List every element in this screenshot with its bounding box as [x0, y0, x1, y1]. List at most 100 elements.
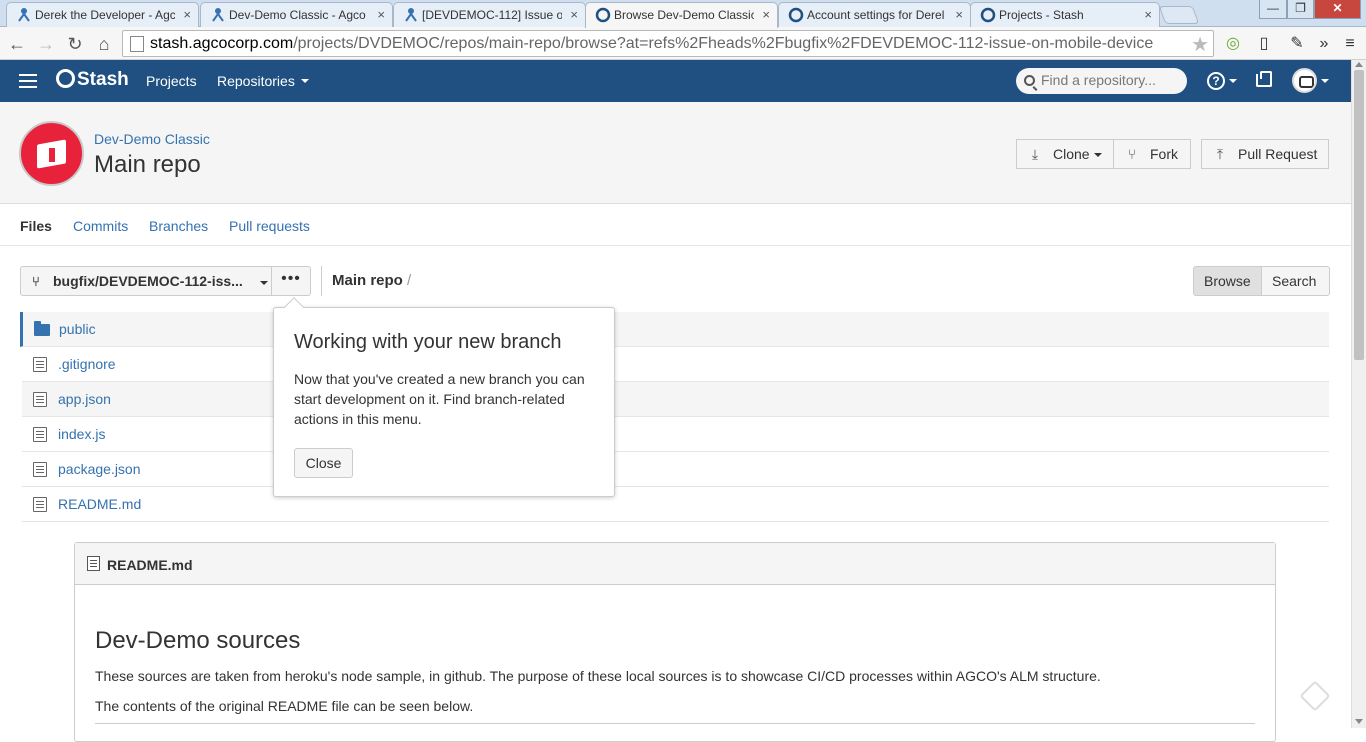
project-link[interactable]: Dev-Demo Classic: [94, 131, 210, 147]
file-icon: [33, 462, 47, 477]
file-name[interactable]: public: [59, 321, 96, 337]
browser-tab-4-active[interactable]: Browse Dev-Demo Classic ×: [585, 2, 778, 28]
file-name[interactable]: app.json: [58, 391, 111, 407]
upload-icon: ⤒: [1216, 146, 1224, 162]
fork-button[interactable]: ⑂ Fork: [1113, 139, 1191, 169]
stash-logo[interactable]: Stash: [56, 69, 129, 91]
logo-text: Stash: [77, 69, 129, 90]
tab-close-icon[interactable]: ×: [762, 7, 770, 22]
tab-close-icon[interactable]: ×: [377, 7, 385, 22]
file-name[interactable]: README.md: [58, 496, 141, 512]
chevron-down-icon: [1321, 79, 1329, 83]
nav-repositories[interactable]: Repositories: [217, 73, 295, 89]
file-row[interactable]: package.json: [22, 452, 1329, 487]
file-icon: [33, 357, 47, 372]
file-row[interactable]: index.js: [22, 417, 1329, 452]
tab-close-icon[interactable]: ×: [570, 7, 578, 22]
dialog-pointer: [284, 297, 304, 317]
home-icon[interactable]: ⌂: [93, 33, 115, 55]
user-avatar[interactable]: [1292, 68, 1317, 93]
pull-request-button[interactable]: ⤒ Pull Request: [1201, 139, 1329, 169]
search-placeholder: Find a repository...: [1041, 72, 1156, 88]
readme-paragraph: The contents of the original README file…: [95, 698, 474, 714]
browser-tab-5[interactable]: Account settings for Derel ×: [778, 2, 971, 27]
search-toggle-button[interactable]: Search: [1261, 266, 1330, 296]
chevron-down-icon: [1229, 79, 1237, 83]
dialog-title: Working with your new branch: [294, 331, 562, 353]
repository-title: Main repo: [94, 151, 201, 178]
search-icon: [1024, 75, 1035, 86]
minimize-window-icon[interactable]: —: [1259, 0, 1287, 19]
scrollbar-thumb[interactable]: [1354, 70, 1364, 360]
bookmark-star-icon[interactable]: ★: [1191, 32, 1209, 56]
chrome-menu-icon[interactable]: ≡: [1340, 34, 1360, 54]
chevron-down-icon: [1093, 153, 1102, 158]
branch-name: bugfix/DEVDEMOC-112-iss...: [53, 273, 243, 289]
file-icon: [33, 392, 47, 407]
browser-tab-1[interactable]: Derek the Developer - Agc ×: [6, 2, 199, 27]
stash-icon: [788, 7, 804, 23]
help-icon[interactable]: ?: [1207, 72, 1225, 90]
feedback-icon[interactable]: [1299, 680, 1331, 712]
browser-tab-6[interactable]: Projects - Stash ×: [970, 2, 1160, 27]
tab-close-icon[interactable]: ×: [955, 7, 963, 22]
file-name[interactable]: index.js: [58, 426, 105, 442]
back-arrow-icon[interactable]: ←: [6, 33, 28, 55]
page-scrollbar[interactable]: [1351, 60, 1366, 728]
extension-phone-icon[interactable]: ▯: [1254, 34, 1274, 54]
browse-toggle-button[interactable]: Browse: [1193, 266, 1262, 296]
file-row-folder[interactable]: public: [20, 312, 1329, 347]
file-name[interactable]: .gitignore: [58, 356, 116, 372]
hamburger-menu-icon[interactable]: [19, 74, 37, 88]
stash-icon: [595, 7, 611, 23]
repository-header: Dev-Demo Classic Main repo ⤓ Clone ⑂ Fork …: [0, 102, 1351, 204]
readme-filename: README.md: [107, 557, 193, 573]
address-bar[interactable]: stash.agcocorp.com/projects/DVDEMOC/repo…: [122, 30, 1214, 57]
maximize-window-icon[interactable]: ❐: [1287, 0, 1314, 19]
branch-selector[interactable]: ⑂ bugfix/DEVDEMOC-112-iss...: [20, 266, 272, 296]
browser-tab-2[interactable]: Dev-Demo Classic - Agco ×: [200, 2, 393, 27]
fork-label: Fork: [1150, 146, 1178, 162]
extension-refresh-icon[interactable]: ◎: [1223, 34, 1243, 54]
file-row[interactable]: app.json: [22, 382, 1329, 417]
tab-commits[interactable]: Commits: [73, 218, 128, 234]
tab-close-icon[interactable]: ×: [1144, 7, 1152, 22]
inbox-icon[interactable]: [1256, 71, 1272, 87]
readme-header: README.md: [75, 543, 1275, 585]
new-branch-tip-dialog: Working with your new branch Now that yo…: [273, 297, 615, 497]
clone-button[interactable]: ⤓ Clone: [1016, 139, 1114, 169]
readme-heading: Dev-Demo sources: [95, 627, 301, 654]
breadcrumb-repo[interactable]: Main repo: [332, 272, 403, 289]
repository-search-input[interactable]: Find a repository...: [1016, 68, 1187, 94]
file-name[interactable]: package.json: [58, 461, 141, 477]
new-tab-button[interactable]: [1158, 6, 1200, 24]
scroll-up-arrow-icon[interactable]: [1355, 62, 1363, 67]
tab-label: Account settings for Derel: [807, 8, 945, 22]
tab-branches[interactable]: Branches: [149, 218, 208, 234]
forward-arrow-icon[interactable]: →: [35, 33, 57, 55]
browser-tab-strip: Derek the Developer - Agc × Dev-Demo Cla…: [0, 0, 1366, 28]
url-path: /projects/DVDEMOC/repos/main-repo/browse…: [293, 35, 1154, 52]
overflow-chevron-icon[interactable]: »: [1314, 34, 1334, 54]
file-row[interactable]: .gitignore: [22, 347, 1329, 382]
chevron-down-icon: [301, 79, 309, 83]
url-host: stash.agcocorp.com: [150, 35, 294, 52]
fork-icon: ⑂: [1127, 146, 1137, 162]
tab-label: Dev-Demo Classic - Agco: [229, 8, 366, 22]
stash-icon: [980, 7, 996, 23]
browser-tab-3[interactable]: [DEVDEMOC-112] Issue on ×: [393, 2, 586, 27]
folder-icon: [34, 321, 50, 336]
branch-actions-button[interactable]: •••: [271, 266, 311, 296]
scroll-down-arrow-icon[interactable]: [1355, 719, 1363, 724]
tab-pull-requests[interactable]: Pull requests: [229, 218, 310, 234]
close-window-icon[interactable]: ✕: [1314, 0, 1361, 19]
extension-wrench-icon[interactable]: ✎: [1287, 34, 1307, 54]
tab-files[interactable]: Files: [20, 218, 52, 234]
clone-label: Clone: [1053, 146, 1090, 162]
tab-close-icon[interactable]: ×: [183, 7, 191, 22]
dialog-close-button[interactable]: Close: [294, 448, 353, 478]
file-row[interactable]: README.md: [22, 487, 1329, 522]
reload-icon[interactable]: ↻: [64, 33, 86, 55]
nav-repositories-label: Repositories: [217, 73, 295, 89]
nav-projects[interactable]: Projects: [146, 73, 197, 89]
